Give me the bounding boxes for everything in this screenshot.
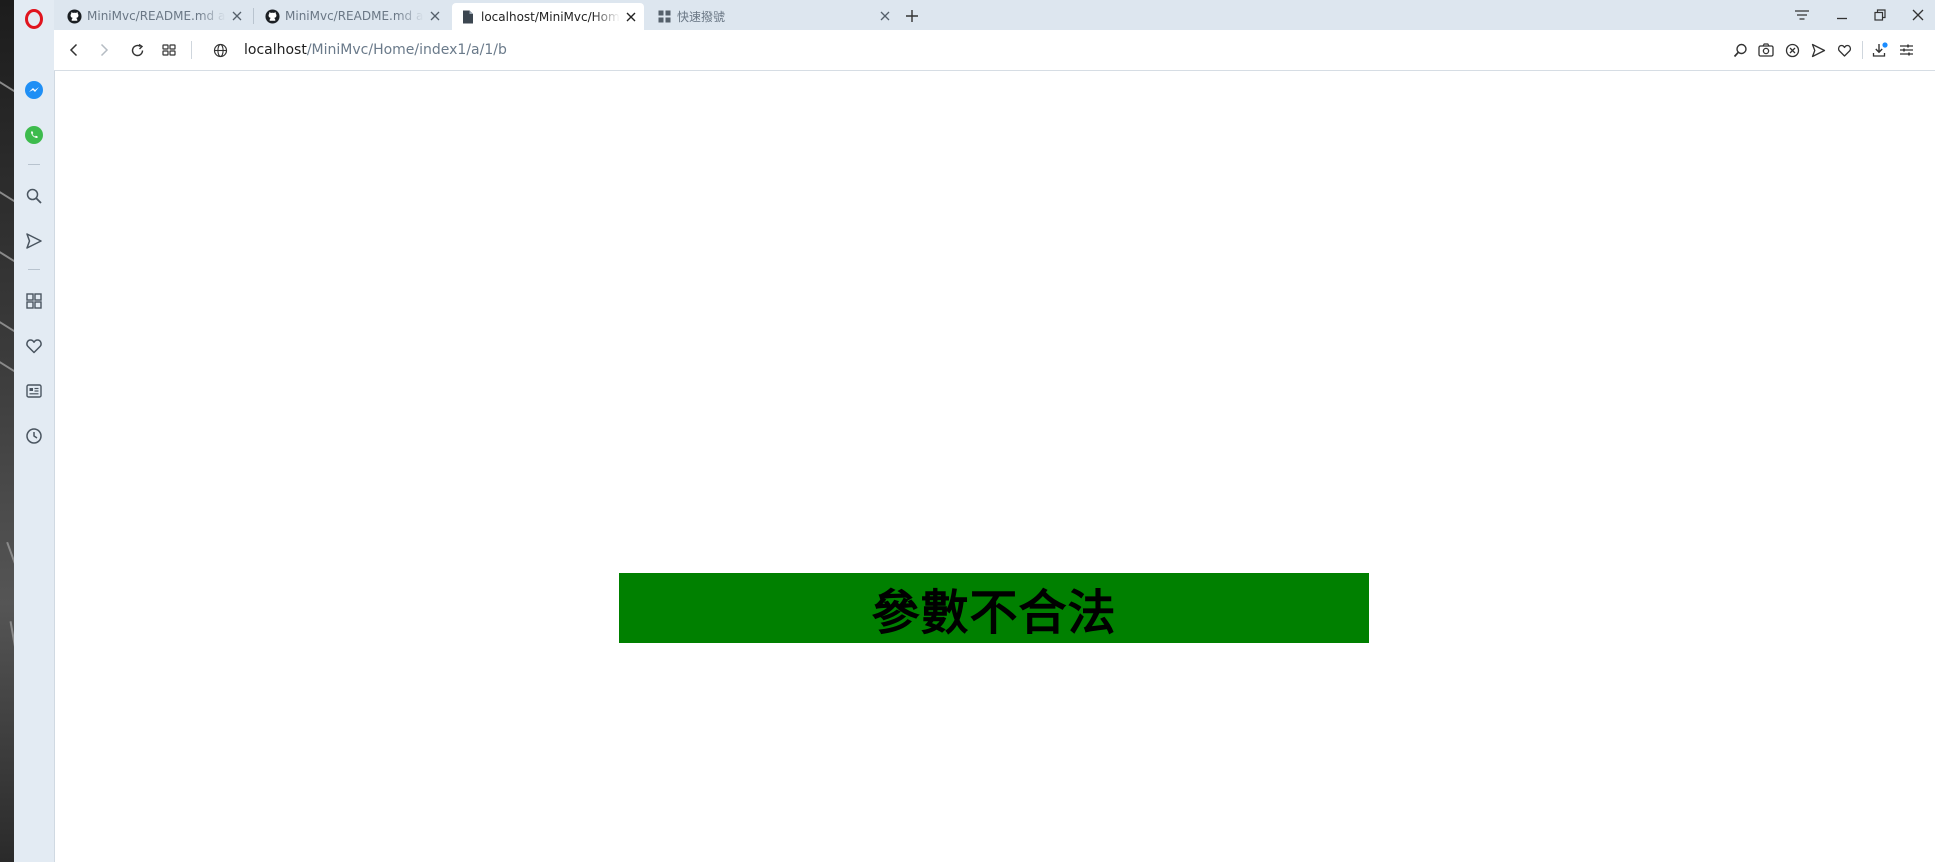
sidebar-item-news[interactable] [20, 377, 48, 405]
desktop-background [0, 0, 14, 862]
heart-icon [26, 339, 42, 354]
close-tab-icon[interactable] [624, 10, 638, 24]
sidebar-item-send[interactable] [20, 227, 48, 255]
tab-speed-dial[interactable]: 快速撥號 [648, 3, 898, 29]
tab-divider [253, 8, 254, 24]
zoom-icon [1733, 43, 1747, 57]
tab-strip: MiniMvc/README.md at master · MiniMvc/RE… [54, 0, 1935, 31]
tab-menu-icon [1795, 10, 1809, 20]
sidebar-item-history[interactable] [20, 422, 48, 450]
sidebar-item-speed-dial[interactable] [20, 287, 48, 315]
tab-localhost-active[interactable]: localhost/MiniMvc/Home/index1/a/1/b [452, 3, 644, 30]
tab-title: MiniMvc/README.md at master · [285, 9, 424, 23]
opera-menu-button[interactable] [20, 5, 48, 33]
new-tab-button[interactable] [902, 6, 922, 26]
messenger-icon [25, 81, 43, 99]
sidebar-item-whatsapp[interactable] [20, 121, 48, 149]
send-icon [26, 233, 42, 249]
sidebar-item-messenger[interactable] [20, 76, 48, 104]
toolbar-separator [1862, 41, 1863, 59]
ad-blocker-button[interactable] [1781, 39, 1803, 61]
address-toolbar: localhost/MiniMvc/Home/index1/a/1/b [54, 30, 1935, 71]
tab-title: 快速撥號 [677, 9, 726, 24]
settings-sliders-icon [1899, 44, 1913, 56]
tab-readme-1[interactable]: MiniMvc/README.md at master · [58, 3, 250, 29]
camera-icon [1758, 43, 1774, 57]
error-banner: 參數不合法 [619, 573, 1369, 643]
bookmark-button[interactable] [1833, 39, 1855, 61]
sidebar [14, 0, 55, 862]
close-tab-icon[interactable] [878, 9, 892, 23]
site-info-button[interactable] [209, 39, 231, 61]
toolbar-separator [191, 41, 192, 59]
tab-menu-button[interactable] [1790, 4, 1814, 26]
github-icon [66, 8, 82, 24]
history-icon [26, 428, 42, 444]
reload-button[interactable] [126, 39, 148, 61]
search-icon [26, 188, 42, 204]
send-icon [1811, 43, 1825, 57]
sidebar-item-bookmarks[interactable] [20, 332, 48, 360]
plus-icon [906, 10, 918, 22]
tab-readme-2[interactable]: MiniMvc/README.md at master · [256, 3, 448, 29]
download-icon [1872, 42, 1888, 57]
zoom-button[interactable] [1729, 39, 1751, 61]
reload-icon [131, 43, 143, 56]
opera-logo-icon [25, 9, 43, 29]
minimize-icon [1837, 17, 1847, 20]
back-button[interactable] [63, 39, 85, 61]
whatsapp-icon [25, 126, 43, 144]
tab-title: localhost/MiniMvc/Home/index1/a/1/b [481, 9, 620, 24]
close-icon [1912, 9, 1924, 21]
close-window-button[interactable] [1906, 4, 1930, 26]
chevron-left-icon [69, 43, 78, 57]
url-host: localhost [244, 42, 307, 58]
speed-dial-icon [656, 8, 672, 24]
sidebar-separator [28, 164, 40, 165]
chevron-right-icon [100, 43, 109, 57]
easy-setup-button[interactable] [1895, 39, 1917, 61]
tab-title: MiniMvc/README.md at master · [87, 9, 226, 23]
error-message: 參數不合法 [871, 585, 1117, 641]
tab-overview-button[interactable] [158, 39, 180, 61]
send-to-flow-button[interactable] [1807, 39, 1829, 61]
restore-icon [1874, 9, 1886, 21]
speed-dial-icon [162, 44, 176, 56]
sidebar-separator [28, 269, 40, 270]
downloads-button[interactable] [1869, 39, 1891, 61]
news-icon [26, 384, 42, 398]
close-tab-icon[interactable] [428, 9, 442, 23]
speed-dial-icon [26, 293, 42, 309]
heart-icon [1837, 44, 1851, 57]
globe-icon [213, 43, 227, 57]
close-tab-icon[interactable] [230, 9, 244, 23]
restore-button[interactable] [1868, 4, 1892, 26]
page-content: 參數不合法 [55, 71, 1935, 862]
block-icon [1785, 43, 1799, 57]
minimize-button[interactable] [1830, 4, 1854, 26]
github-icon [264, 8, 280, 24]
sidebar-item-search[interactable] [20, 182, 48, 210]
snapshot-button[interactable] [1755, 39, 1777, 61]
forward-button[interactable] [93, 39, 115, 61]
url-path: /MiniMvc/Home/index1/a/1/b [306, 42, 507, 58]
document-icon [460, 9, 476, 25]
address-bar-input[interactable]: localhost/MiniMvc/Home/index1/a/1/b [244, 40, 1244, 60]
